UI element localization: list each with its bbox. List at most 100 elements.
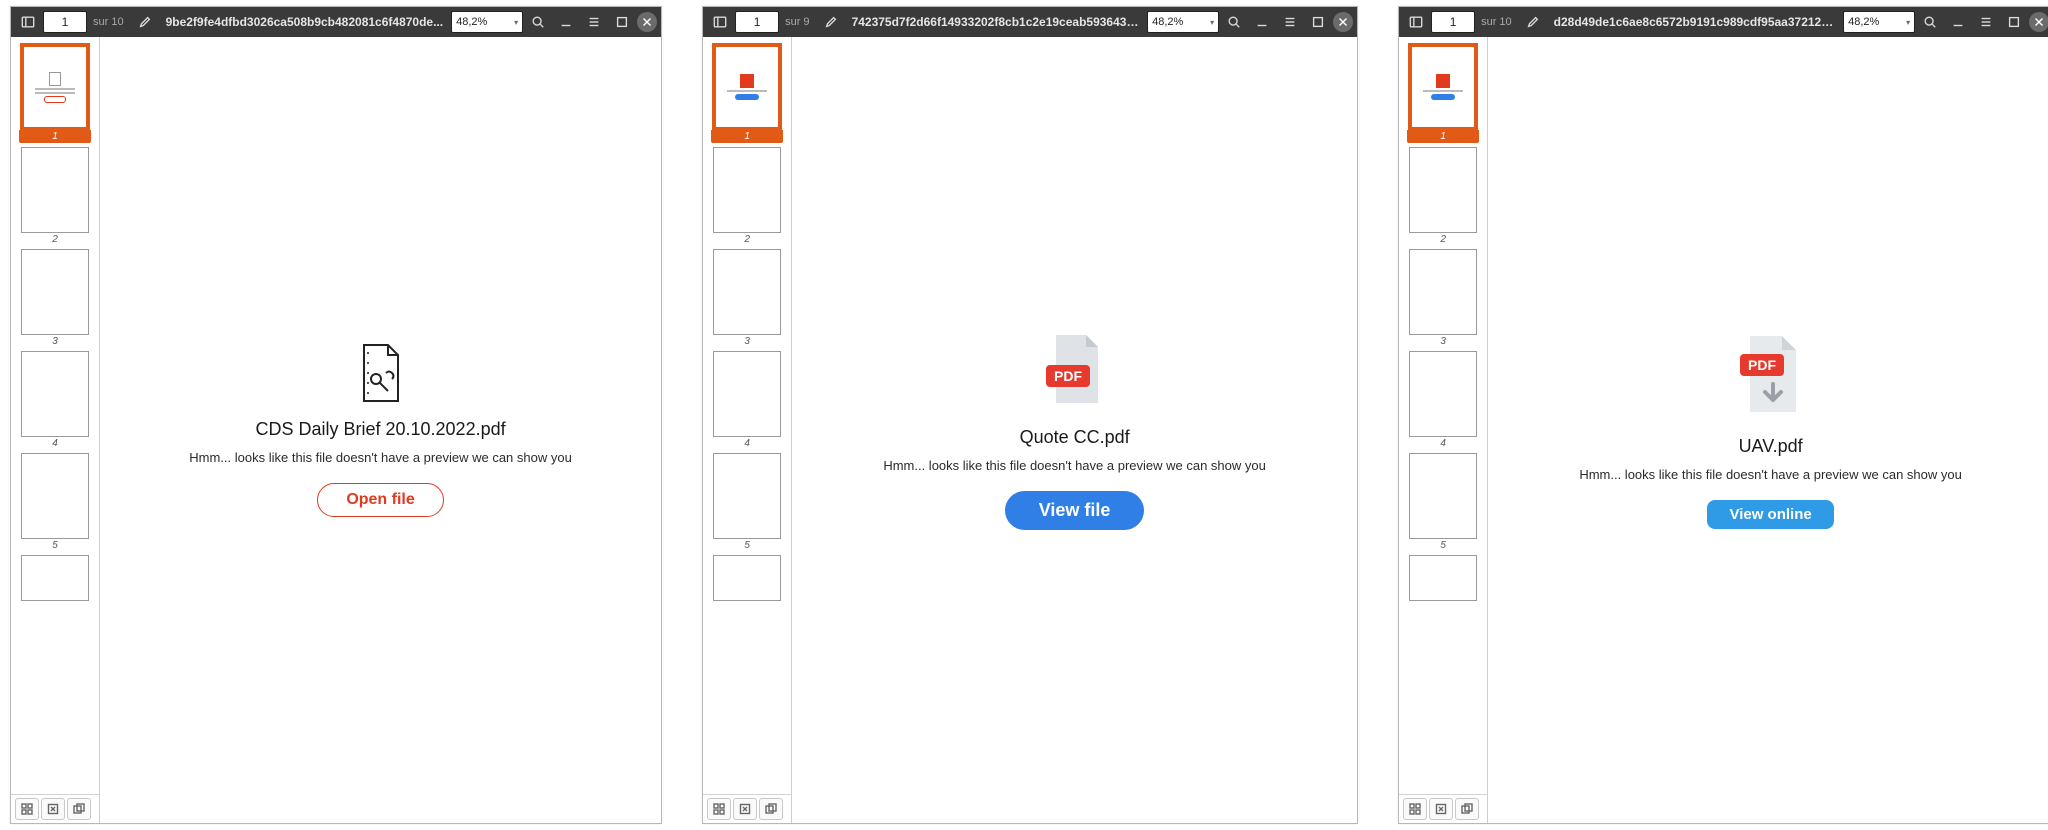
pdf-viewer-window: 1 sur 10 9be2f9fe4dfbd3026ca508b9cb48208… bbox=[10, 6, 662, 824]
page-number-input[interactable]: 1 bbox=[735, 11, 779, 33]
maximize-button[interactable] bbox=[609, 11, 635, 33]
minimize-button[interactable] bbox=[1945, 11, 1971, 33]
maximize-button[interactable] bbox=[2001, 11, 2027, 33]
thumbnail-number: 2 bbox=[52, 234, 58, 245]
minimize-button[interactable] bbox=[553, 11, 579, 33]
view-file-button[interactable]: View file bbox=[1005, 491, 1145, 530]
search-icon[interactable] bbox=[1917, 11, 1943, 33]
edit-icon[interactable] bbox=[132, 11, 158, 33]
sidebar-toggle-button[interactable] bbox=[707, 11, 733, 33]
thumbnail-list[interactable]: 1 2 3 4 5 bbox=[11, 37, 99, 794]
search-icon[interactable] bbox=[525, 11, 551, 33]
chevron-down-icon: ▾ bbox=[1210, 18, 1214, 27]
window-body: 1 2 3 4 5 CDS Daily Brief 20.10.2022.pdf… bbox=[11, 37, 661, 823]
thumbnail-page[interactable]: 4 bbox=[21, 351, 89, 449]
file-icon bbox=[356, 343, 406, 403]
thumbnail-page[interactable] bbox=[21, 555, 89, 601]
outline-view-icon[interactable] bbox=[733, 798, 757, 820]
outline-view-icon[interactable] bbox=[1429, 798, 1453, 820]
sidebar-footer bbox=[703, 794, 791, 823]
close-button[interactable] bbox=[637, 12, 657, 32]
thumbnail-page[interactable] bbox=[713, 555, 781, 601]
menu-icon[interactable] bbox=[1277, 11, 1303, 33]
thumbnail-page[interactable]: 1 bbox=[19, 43, 91, 143]
svg-text:PDF: PDF bbox=[1748, 357, 1776, 373]
toolbar: 1 sur 10 9be2f9fe4dfbd3026ca508b9cb48208… bbox=[11, 7, 661, 37]
thumbnail-page[interactable] bbox=[1409, 555, 1477, 601]
menu-icon[interactable] bbox=[1973, 11, 1999, 33]
pdf-viewer-window: 1 sur 10 d28d49de1c6ae8c6572b9191c989cdf… bbox=[1398, 6, 2048, 824]
sidebar-footer bbox=[11, 794, 99, 823]
page-count-label: sur 10 bbox=[1481, 16, 1512, 28]
svg-text:PDF: PDF bbox=[1054, 368, 1082, 384]
filename-label: Quote CC.pdf bbox=[1020, 427, 1130, 448]
zoom-select[interactable]: 48,2% ▾ bbox=[1147, 11, 1219, 33]
no-preview-panel: PDF Quote CC.pdf Hmm... looks like this … bbox=[792, 37, 1357, 823]
edit-icon[interactable] bbox=[1520, 11, 1546, 33]
layers-view-icon[interactable] bbox=[759, 798, 783, 820]
thumbnail-page[interactable]: 3 bbox=[713, 249, 781, 347]
thumbnail-page[interactable]: 3 bbox=[1409, 249, 1477, 347]
thumbnail-number: 2 bbox=[1440, 234, 1446, 245]
toolbar: 1 sur 10 d28d49de1c6ae8c6572b9191c989cdf… bbox=[1399, 7, 2048, 37]
thumbnail-number: 5 bbox=[52, 540, 58, 551]
thumbnail-page[interactable]: 2 bbox=[1409, 147, 1477, 245]
thumbnail-page[interactable]: 2 bbox=[713, 147, 781, 245]
pdf-viewer-window: 1 sur 9 742375d7f2d66f14933202f8cb1c2e19… bbox=[702, 6, 1358, 824]
no-preview-panel: PDF UAV.pdf Hmm... looks like this file … bbox=[1488, 37, 2048, 823]
page-count-label: sur 9 bbox=[785, 16, 809, 28]
thumbnail-page[interactable]: 2 bbox=[21, 147, 89, 245]
grid-view-icon[interactable] bbox=[1403, 798, 1427, 820]
thumbnail-number: 4 bbox=[52, 438, 58, 449]
sidebar-toggle-button[interactable] bbox=[1403, 11, 1429, 33]
thumbnail-list[interactable]: 1 2 3 4 5 bbox=[1399, 37, 1487, 794]
zoom-select[interactable]: 48,2%▾ bbox=[1843, 11, 1915, 33]
thumbnail-number: 1 bbox=[711, 130, 783, 143]
page-number-input[interactable]: 1 bbox=[43, 11, 87, 33]
close-button[interactable] bbox=[2029, 12, 2048, 32]
thumbnail-page[interactable]: 3 bbox=[21, 249, 89, 347]
thumbnail-number: 4 bbox=[744, 438, 750, 449]
edit-icon[interactable] bbox=[818, 11, 844, 33]
window-body: 1 2 3 4 5 PDF UAV.pdf Hmm... lo bbox=[1399, 37, 2048, 823]
thumbnail-sidebar: 1 2 3 4 5 bbox=[11, 37, 100, 823]
open-file-button[interactable]: Open file bbox=[317, 483, 443, 517]
thumbnail-list[interactable]: 1 2 3 4 5 bbox=[703, 37, 791, 794]
filename-label: CDS Daily Brief 20.10.2022.pdf bbox=[255, 419, 505, 440]
outline-view-icon[interactable] bbox=[41, 798, 65, 820]
menu-icon[interactable] bbox=[581, 11, 607, 33]
layers-view-icon[interactable] bbox=[1455, 798, 1479, 820]
thumbnail-number: 3 bbox=[744, 336, 750, 347]
thumbnail-number: 1 bbox=[1407, 130, 1479, 143]
maximize-button[interactable] bbox=[1305, 11, 1331, 33]
document-title: 742375d7f2d66f14933202f8cb1c2e19ceab5936… bbox=[846, 15, 1146, 29]
thumbnail-page[interactable]: 1 bbox=[1407, 43, 1479, 143]
zoom-select[interactable]: 48,2%▾ bbox=[451, 11, 523, 33]
no-preview-message: ​Hmm... looks like this file doesn't hav… bbox=[189, 450, 572, 465]
zoom-value: 48,2% bbox=[1152, 16, 1183, 28]
zoom-value: 48,2% bbox=[1848, 16, 1879, 28]
grid-view-icon[interactable] bbox=[15, 798, 39, 820]
close-button[interactable] bbox=[1333, 12, 1353, 32]
layers-view-icon[interactable] bbox=[67, 798, 91, 820]
thumbnail-number: 2 bbox=[744, 234, 750, 245]
thumbnail-number: 3 bbox=[52, 336, 58, 347]
thumbnail-page[interactable]: 5 bbox=[713, 453, 781, 551]
view-online-button[interactable]: View online bbox=[1707, 500, 1833, 529]
thumbnail-page[interactable]: 1 bbox=[711, 43, 783, 143]
search-icon[interactable] bbox=[1221, 11, 1247, 33]
thumbnail-page[interactable]: 4 bbox=[1409, 351, 1477, 449]
toolbar: 1 sur 9 742375d7f2d66f14933202f8cb1c2e19… bbox=[703, 7, 1357, 37]
thumbnail-page[interactable]: 5 bbox=[21, 453, 89, 551]
document-title: d28d49de1c6ae8c6572b9191c989cdf95aa37212… bbox=[1548, 15, 1841, 29]
thumbnail-page[interactable]: 4 bbox=[713, 351, 781, 449]
no-preview-message: Hmm... looks like this file doesn't have… bbox=[883, 458, 1266, 473]
grid-view-icon[interactable] bbox=[707, 798, 731, 820]
page-number-input[interactable]: 1 bbox=[1431, 11, 1475, 33]
minimize-button[interactable] bbox=[1249, 11, 1275, 33]
sidebar-footer bbox=[1399, 794, 1487, 823]
sidebar-toggle-button[interactable] bbox=[15, 11, 41, 33]
chevron-down-icon: ▾ bbox=[514, 18, 518, 27]
document-title: 9be2f9fe4dfbd3026ca508b9cb482081c6f4870d… bbox=[160, 15, 450, 29]
thumbnail-page[interactable]: 5 bbox=[1409, 453, 1477, 551]
